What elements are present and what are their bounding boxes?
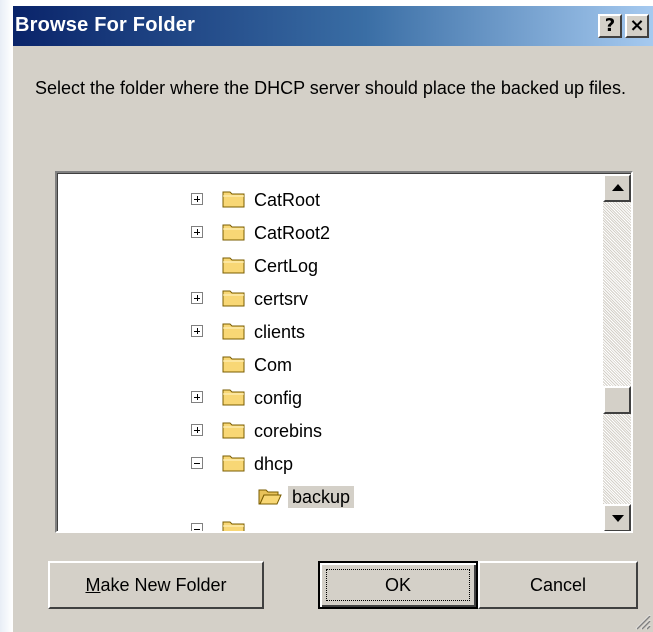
cancel-label: Cancel bbox=[529, 575, 587, 595]
tree-item-partial[interactable] bbox=[58, 513, 578, 531]
tree-item-label: config bbox=[254, 388, 303, 408]
close-button[interactable]: × bbox=[625, 14, 649, 38]
tree-item-certlog[interactable]: CertLog bbox=[58, 249, 578, 282]
folder-icon bbox=[222, 255, 246, 275]
folder-tree[interactable]: CatRoot CatRoot2 CertLog certsrv clients Com c… bbox=[55, 171, 633, 533]
plus-box-icon[interactable] bbox=[191, 424, 203, 436]
plus-box-icon[interactable] bbox=[191, 226, 203, 238]
dialog-title: Browse For Folder bbox=[15, 14, 196, 36]
scroll-up-button[interactable] bbox=[603, 174, 631, 202]
folder-tree-viewport: CatRoot CatRoot2 CertLog certsrv clients Com c… bbox=[57, 173, 631, 531]
plus-box-icon[interactable] bbox=[191, 391, 203, 403]
tree-item-label: Com bbox=[254, 355, 293, 375]
tree-item-label: corebins bbox=[254, 421, 323, 441]
tree-item-label: clients bbox=[254, 322, 306, 342]
help-icon: ? bbox=[604, 15, 616, 36]
title-bar[interactable]: Browse For Folder ? × bbox=[13, 6, 653, 46]
scrollbar-thumb[interactable] bbox=[603, 386, 631, 414]
close-icon: × bbox=[629, 15, 645, 36]
folder-icon bbox=[222, 420, 246, 440]
tree-item-label: backup bbox=[288, 486, 355, 508]
cancel-button[interactable]: Cancel bbox=[478, 561, 638, 609]
folder-icon bbox=[222, 519, 246, 531]
scroll-down-button[interactable] bbox=[603, 504, 631, 531]
tree-item-label: CertLog bbox=[254, 256, 319, 276]
triangle-down-icon bbox=[612, 515, 624, 522]
folder-icon bbox=[222, 354, 246, 374]
plus-box-icon[interactable] bbox=[191, 325, 203, 337]
tree-item-label: CatRoot2 bbox=[254, 223, 331, 243]
tree-item-certsrv[interactable]: certsrv bbox=[58, 282, 578, 315]
plus-box-icon[interactable] bbox=[191, 193, 203, 205]
make-new-folder-mnemonic: M bbox=[85, 575, 101, 595]
folder-icon bbox=[222, 288, 246, 308]
tree-item-backup[interactable]: backup bbox=[58, 480, 578, 513]
tree-item-label: certsrv bbox=[254, 289, 308, 309]
minus-box-icon[interactable] bbox=[191, 523, 203, 531]
folder-icon bbox=[222, 321, 246, 341]
vertical-scrollbar[interactable] bbox=[603, 174, 631, 531]
tree-item-clients[interactable]: clients bbox=[58, 315, 578, 348]
folder-icon bbox=[222, 222, 246, 242]
background-window-edge bbox=[0, 0, 12, 632]
focus-rectangle bbox=[326, 569, 470, 601]
instructions-text: Select the folder where the DHCP server … bbox=[35, 78, 626, 98]
tree-item-catroot[interactable]: CatRoot bbox=[58, 183, 578, 216]
tree-item-com[interactable]: Com bbox=[58, 348, 578, 381]
help-button[interactable]: ? bbox=[598, 14, 622, 38]
folder-icon bbox=[222, 189, 246, 209]
tree-item-corebins[interactable]: corebins bbox=[58, 414, 578, 447]
plus-box-icon[interactable] bbox=[191, 292, 203, 304]
browse-for-folder-dialog: Browse For Folder ? × Select the folder … bbox=[12, 5, 653, 632]
make-new-folder-button[interactable]: Make New Folder bbox=[48, 561, 264, 609]
resize-grip-icon[interactable] bbox=[633, 612, 651, 630]
open-folder-icon bbox=[258, 486, 282, 506]
tree-item-label: CatRoot bbox=[254, 190, 321, 210]
folder-icon bbox=[222, 453, 246, 473]
make-new-folder-label: ake New Folder bbox=[100, 575, 227, 595]
minus-box-icon[interactable] bbox=[191, 457, 203, 469]
tree-item-catroot2[interactable]: CatRoot2 bbox=[58, 216, 578, 249]
triangle-up-icon bbox=[612, 184, 624, 191]
tree-item-config[interactable]: config bbox=[58, 381, 578, 414]
folder-icon bbox=[222, 387, 246, 407]
tree-item-dhcp[interactable]: dhcp bbox=[58, 447, 578, 480]
ok-button[interactable]: OK bbox=[318, 561, 478, 609]
tree-item-label: dhcp bbox=[254, 454, 294, 474]
